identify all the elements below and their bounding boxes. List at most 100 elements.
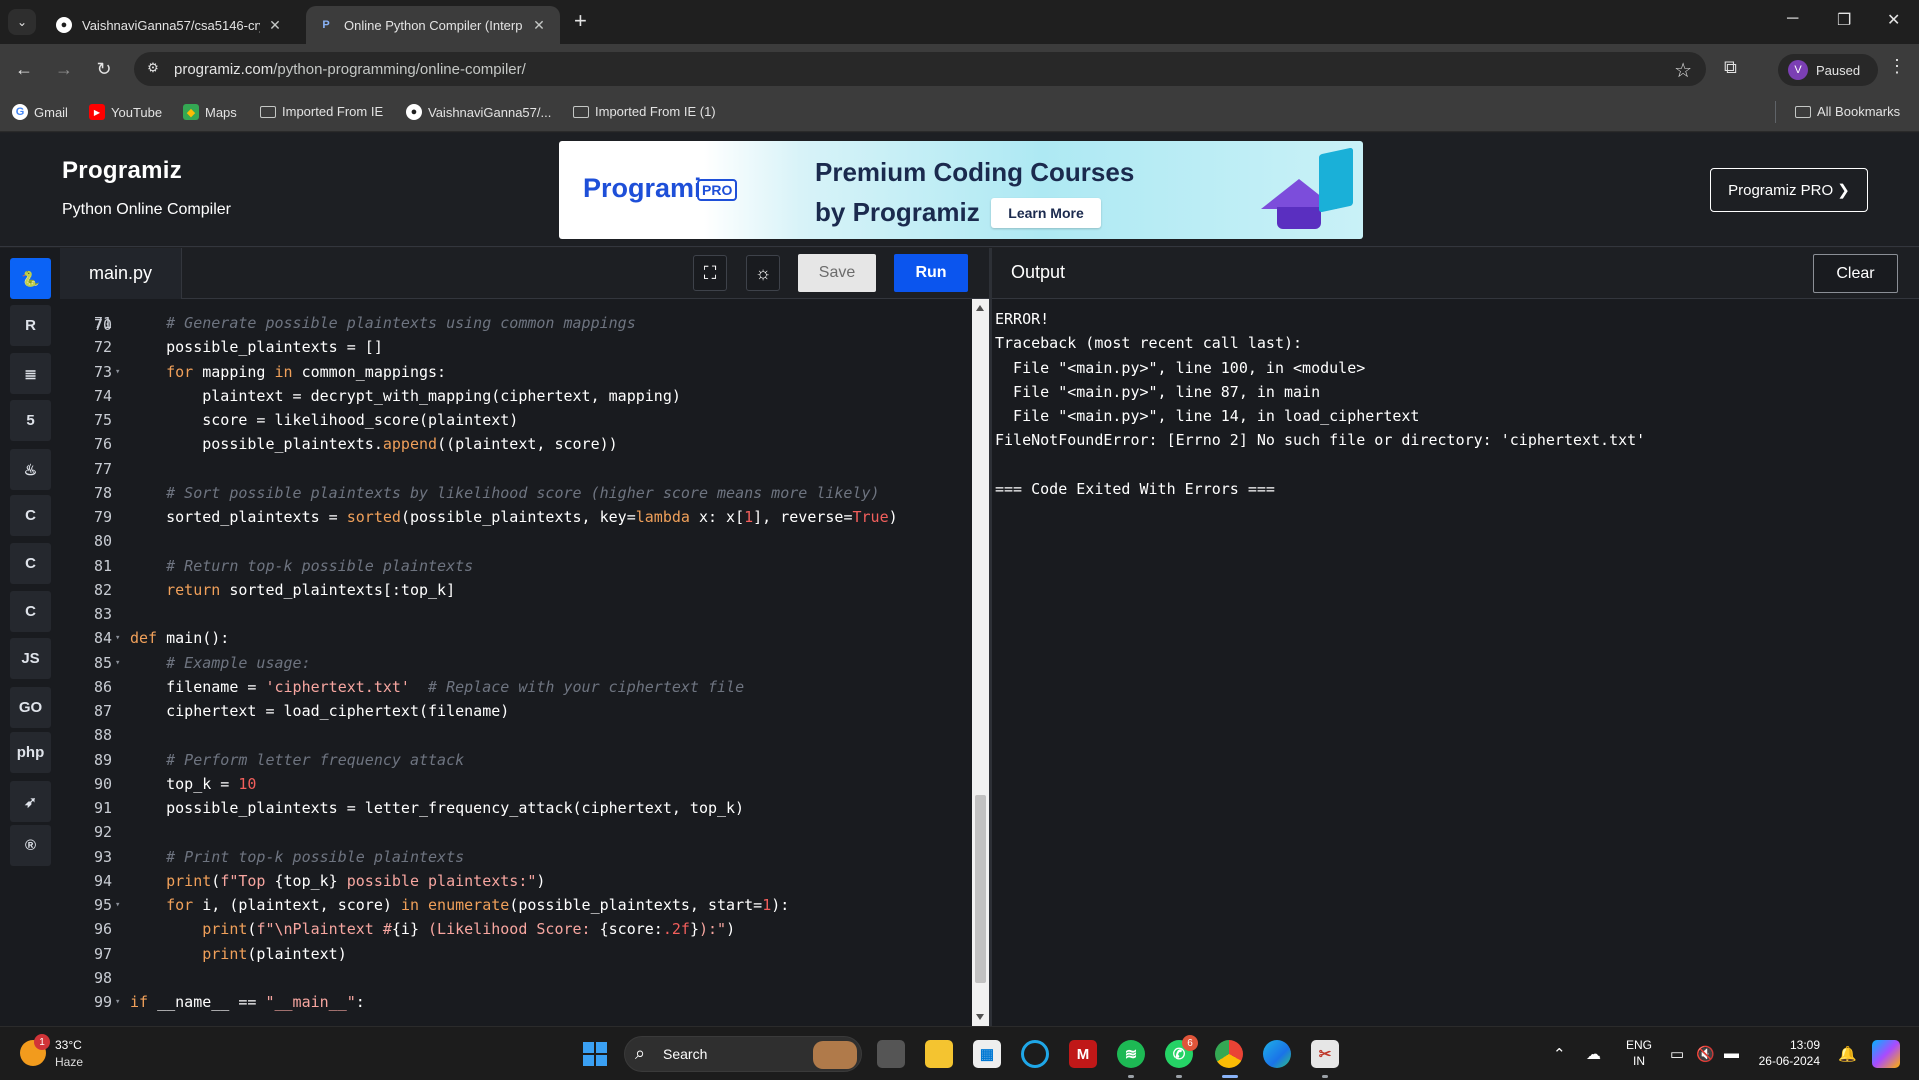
volume-muted-icon[interactable]: 🔇 [1696, 1045, 1715, 1063]
browser-tab-programiz[interactable]: P Online Python Compiler (Interp ✕ [306, 6, 560, 44]
fold-arrow-icon[interactable]: ▾ [115, 651, 120, 675]
banner-subheadline: by Programiz [815, 197, 980, 227]
code-text: ciphertext = load_ciphertext(filename) [130, 702, 510, 720]
app-running-indicator [1128, 1075, 1134, 1078]
tab-search-button[interactable]: ⌄ [8, 9, 36, 35]
system-clock[interactable]: 13:09 26-06-2024 [1758, 1037, 1820, 1069]
csharp-language-icon[interactable]: C [10, 591, 51, 632]
line-number: 86 [93, 677, 112, 696]
rust-language-icon[interactable]: ® [10, 825, 51, 866]
battery-icon[interactable]: ▬ [1724, 1045, 1739, 1062]
editor-scrollbar[interactable] [972, 299, 989, 1026]
output-line: File "<main.py>", line 100, in <module> [995, 358, 1366, 377]
site-info-icon[interactable]: ⚙ [144, 60, 162, 78]
windows-start-icon[interactable] [583, 1042, 607, 1066]
back-icon[interactable]: ← [12, 57, 36, 81]
show-hidden-icons-chevron-icon[interactable]: ⌃ [1553, 1045, 1566, 1063]
scrollbar-thumb[interactable] [975, 795, 986, 983]
browser-menu-icon[interactable]: ⋮ [1888, 56, 1906, 77]
swift-language-icon[interactable]: ➶ [10, 781, 51, 822]
all-bookmarks[interactable]: All Bookmarks [1795, 104, 1900, 119]
bookmark-imported-ie-1[interactable]: Imported From IE (1) [573, 104, 716, 119]
code-text: def main(): [130, 629, 230, 648]
edge-icon[interactable] [1263, 1040, 1291, 1068]
fullscreen-icon[interactable]: ⛶ [693, 255, 727, 291]
bookmark-gmail[interactable]: G Gmail [12, 104, 68, 120]
onedrive-icon[interactable]: ☁ [1586, 1045, 1601, 1063]
browser-tab-github[interactable]: ● VaishnaviGanna57/csa5146-cry ✕ [44, 6, 296, 44]
java-language-icon[interactable]: ♨ [10, 449, 51, 490]
save-button[interactable]: Save [798, 254, 876, 292]
address-bar[interactable]: ⚙ programiz.com/python-programming/onlin… [134, 52, 1706, 86]
reload-icon[interactable]: ↻ [92, 57, 116, 81]
clear-button[interactable]: Clear [1813, 254, 1898, 293]
bookmark-github[interactable]: ● VaishnaviGanna57/... [406, 104, 551, 120]
taskbar-search[interactable]: ⌕ Search [624, 1036, 862, 1072]
banner-pro-badge: PRO [697, 179, 738, 201]
code-line: 97 print(plaintext) [60, 942, 972, 966]
c-language-icon[interactable]: C [10, 495, 51, 536]
profile-button[interactable]: V Paused [1778, 54, 1878, 86]
run-button[interactable]: Run [894, 254, 968, 292]
bookmark-maps[interactable]: ◆ Maps [183, 104, 237, 120]
php-language-icon[interactable]: php [10, 732, 51, 773]
restore-icon[interactable]: ❐ [1837, 10, 1851, 30]
scroll-down-icon[interactable] [976, 1014, 984, 1020]
html-language-icon[interactable]: 5 [10, 400, 51, 441]
sql-language-icon[interactable]: ≣ [10, 353, 51, 394]
bookmark-imported-ie[interactable]: Imported From IE [260, 104, 383, 119]
extensions-icon[interactable]: ⧉ [1724, 57, 1737, 78]
line-number: 75 [93, 411, 112, 429]
mcafee-icon[interactable]: M [1069, 1040, 1097, 1068]
fold-arrow-icon[interactable]: ▾ [115, 626, 120, 650]
new-tab-button[interactable]: + [574, 10, 587, 32]
python-language-icon[interactable]: 🐍 [10, 258, 51, 299]
github-icon: ● [406, 104, 422, 120]
close-tab-icon[interactable]: ✕ [266, 17, 284, 34]
url-text[interactable]: programiz.com/python-programming/online-… [174, 61, 526, 78]
language-indicator[interactable]: ENG IN [1626, 1037, 1652, 1069]
code-text: print(f"\nPlaintext #{i} (Likelihood Sco… [202, 920, 736, 939]
javascript-language-icon[interactable]: JS [10, 638, 51, 679]
code-line: 74 plaintext = decrypt_with_mapping(ciph… [60, 384, 972, 408]
notifications-bell-icon[interactable]: 🔔 [1838, 1045, 1857, 1063]
close-window-icon[interactable]: ✕ [1887, 10, 1900, 30]
promo-banner[interactable]: Programiz PRO Premium Coding Courses by … [559, 141, 1363, 239]
go-language-icon[interactable]: GO [10, 687, 51, 728]
code-text: plaintext = decrypt_with_mapping(ciphert… [130, 386, 681, 405]
file-explorer-icon[interactable] [925, 1040, 953, 1068]
programiz-logo[interactable]: Programiz [62, 157, 182, 185]
scroll-up-icon[interactable] [976, 305, 984, 311]
close-tab-icon[interactable]: ✕ [530, 17, 548, 34]
line-number: 94 [93, 871, 112, 890]
profile-status: Paused [1816, 62, 1861, 78]
minimize-icon[interactable]: ─ [1787, 10, 1798, 28]
fold-arrow-icon[interactable]: ▾ [115, 360, 120, 384]
cortana-icon[interactable] [1021, 1040, 1049, 1068]
fold-arrow-icon[interactable]: ▾ [115, 893, 120, 917]
bookmark-youtube[interactable]: ▶ YouTube [89, 104, 162, 120]
forward-icon[interactable]: → [52, 57, 76, 81]
learn-more-button[interactable]: Learn More [991, 198, 1101, 228]
file-tab-main-py[interactable]: main.py [60, 248, 182, 299]
cpp-language-icon[interactable]: C [10, 543, 51, 584]
code-line: 71 # Generate possible plaintexts using … [60, 311, 972, 335]
task-view-icon[interactable] [877, 1040, 905, 1068]
weather-condition[interactable]: Haze [55, 1055, 83, 1069]
snipping-tool-icon[interactable]: ✂ [1311, 1040, 1339, 1068]
line-number: 96 [93, 920, 112, 939]
code-editor[interactable]: 70 71 # Generate possible plaintexts usi… [60, 299, 972, 1026]
r-language-icon[interactable]: R [10, 305, 51, 346]
spotify-icon[interactable]: ≋ [1117, 1040, 1145, 1068]
output-header: Output Clear [992, 248, 1919, 299]
programiz-pro-button[interactable]: Programiz PRO ❯ [1710, 168, 1868, 212]
copilot-icon[interactable] [1872, 1040, 1900, 1068]
microsoft-store-icon[interactable]: ▦ [973, 1040, 1001, 1068]
folder-icon [260, 105, 276, 118]
theme-toggle-icon[interactable]: ☼ [746, 255, 780, 291]
weather-temp[interactable]: 33°C [55, 1038, 82, 1052]
fold-arrow-icon[interactable]: ▾ [115, 990, 120, 1014]
bookmark-star-icon[interactable]: ☆ [1674, 58, 1692, 83]
network-icon[interactable]: ▭ [1670, 1045, 1684, 1063]
chrome-icon[interactable] [1215, 1040, 1243, 1068]
